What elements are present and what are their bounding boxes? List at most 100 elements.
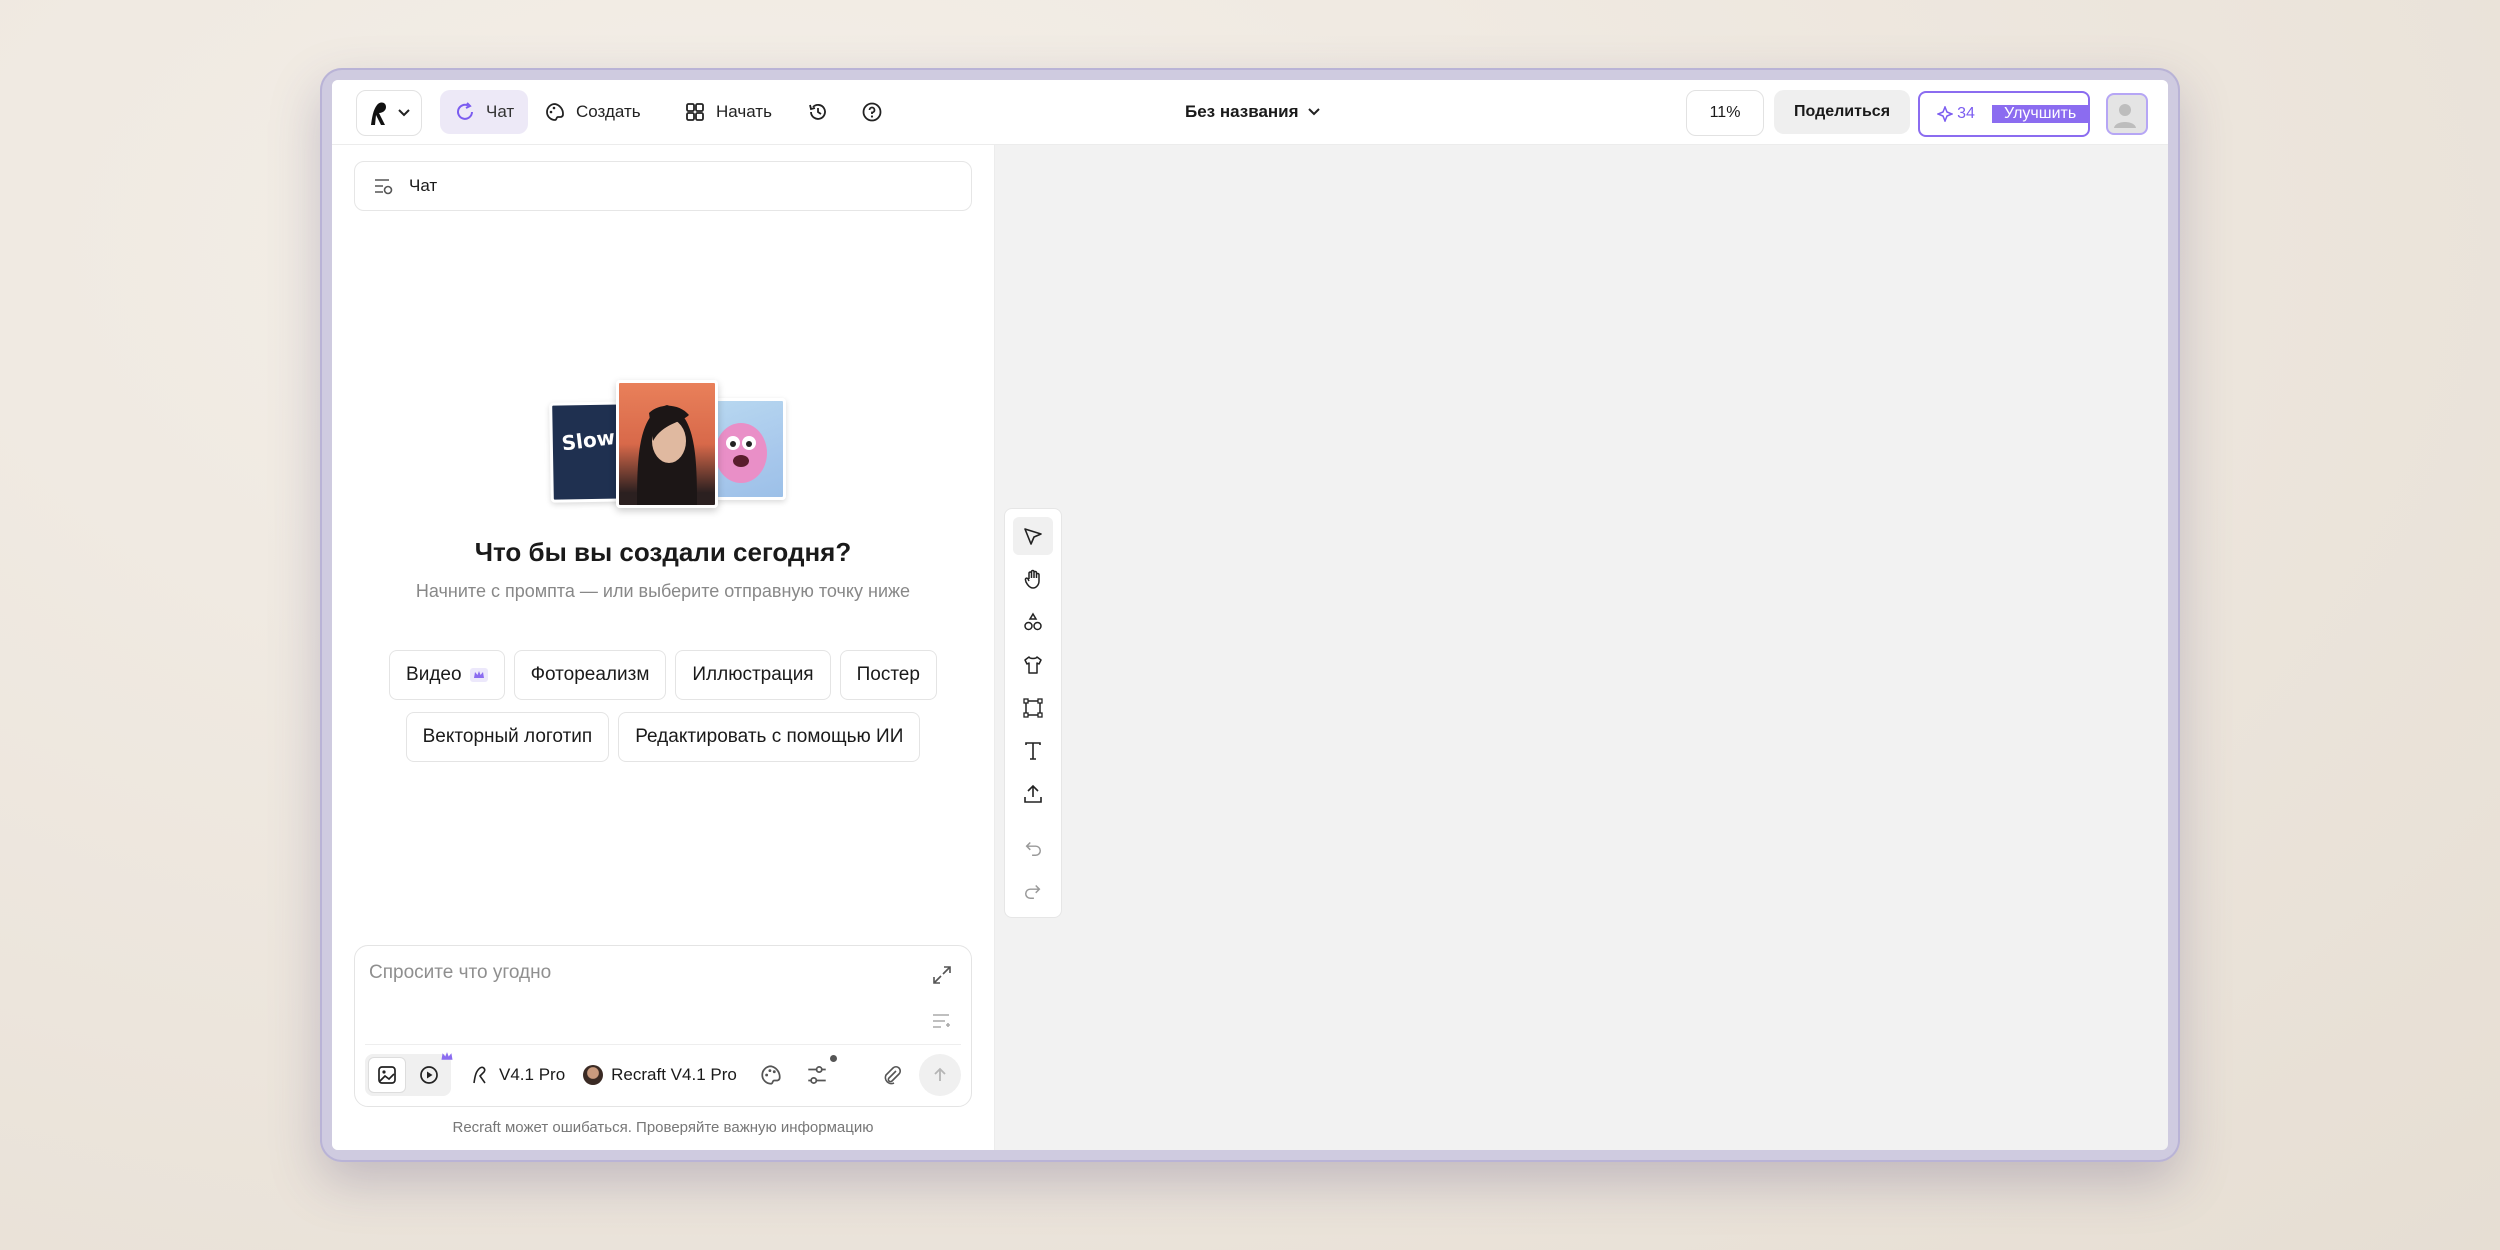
tshirt-icon [1024, 656, 1042, 674]
sample-card-portrait [616, 380, 718, 508]
top-bar: Чат Создать Начать Без названия 11% Поде… [332, 80, 2168, 145]
crown-icon [441, 1052, 453, 1060]
chip-label: Векторный логотип [422, 726, 593, 747]
hand-icon [1024, 569, 1040, 589]
undo-icon [1025, 842, 1041, 856]
history-icon [809, 104, 826, 120]
cursor-icon [1024, 528, 1042, 545]
device-frame: Чат Создать Начать Без названия 11% Поде… [320, 68, 2180, 1162]
chat-header[interactable]: Чат [354, 161, 972, 211]
chip-edit-with-ai[interactable]: Редактировать с помощью ИИ [618, 712, 921, 762]
suggestion-chips-row-1: Видео Фотореализм Иллюстрация Постер [332, 650, 994, 700]
chat-list-icon [375, 179, 393, 195]
style-label: V4.1 Pro [499, 1065, 566, 1084]
upload-icon [1024, 784, 1042, 803]
document-title: Без названия [1185, 102, 1299, 121]
model-label: Recraft V4.1 Pro [611, 1065, 737, 1084]
mode-switch [365, 1052, 453, 1096]
tab-start[interactable]: Начать [670, 90, 786, 134]
text-tool[interactable] [1013, 732, 1053, 770]
text-icon [1025, 742, 1041, 760]
chip-label: Видео [406, 664, 462, 685]
redo-button[interactable] [1013, 872, 1053, 910]
color-palette-button[interactable] [759, 1063, 783, 1087]
upload-tool[interactable] [1013, 775, 1053, 813]
zoom-level[interactable]: 11% [1686, 90, 1764, 136]
tab-chat[interactable]: Чат [440, 90, 529, 134]
paperclip-icon [884, 1065, 902, 1085]
style-brush-icon [473, 1066, 486, 1084]
chip-illustration[interactable]: Иллюстрация [675, 650, 831, 700]
settings-indicator-dot [829, 1055, 837, 1062]
credits-counter[interactable]: 34 [1920, 105, 1992, 123]
image-mode-button[interactable] [368, 1057, 406, 1093]
hero-sample-cards: Slow Bloom [549, 380, 790, 510]
chip-vector-logo[interactable]: Векторный логотип [405, 712, 610, 762]
select-tool[interactable] [1013, 517, 1053, 555]
chip-poster[interactable]: Постер [839, 650, 937, 700]
upgrade-button[interactable]: Улучшить [1992, 105, 2089, 123]
send-button[interactable] [919, 1054, 961, 1096]
expand-icon[interactable] [931, 964, 953, 986]
app-window: Чат Создать Начать Без названия 11% Поде… [332, 80, 2168, 1150]
redo-icon [1025, 885, 1041, 899]
tab-create[interactable]: Создать [530, 90, 655, 134]
play-circle-icon [420, 1066, 438, 1084]
shapes-icon [1024, 612, 1042, 631]
frame-tool[interactable] [1013, 689, 1053, 727]
model-avatar-icon [583, 1065, 604, 1085]
tab-chat-label: Чат [486, 102, 515, 121]
user-icon [2114, 104, 2136, 128]
tab-create-label: Создать [576, 102, 641, 121]
chip-photorealism[interactable]: Фотореализм [513, 650, 667, 700]
document-title-button[interactable]: Без названия [1185, 90, 1321, 134]
avatar[interactable] [2106, 93, 2148, 135]
model-selector[interactable]: Recraft V4.1 Pro [583, 1065, 737, 1085]
frame-icon [1023, 698, 1043, 718]
mockup-tool[interactable] [1013, 646, 1053, 684]
sample-monster-image [715, 423, 767, 483]
recraft-logo-icon [371, 102, 386, 125]
undo-button[interactable] [1013, 829, 1053, 867]
chat-header-label: Чат [409, 176, 438, 195]
crown-icon [469, 668, 488, 682]
prompt-input[interactable]: Спросите что угодно [369, 962, 551, 984]
chip-label: Редактировать с помощью ИИ [635, 726, 904, 747]
chat-panel: Чат Slow Bloom Что бы вы создали сегодня… [332, 145, 995, 1150]
sliders-icon [808, 1066, 826, 1084]
logo-menu-button[interactable] [356, 90, 422, 136]
help-button[interactable] [852, 90, 892, 134]
chip-label: Фотореализм [530, 664, 650, 685]
prompt-list-icon[interactable] [931, 1012, 953, 1030]
palette-icon [761, 1065, 781, 1085]
credits-upgrade-group: 34 Улучшить [1918, 91, 2091, 137]
suggestion-chips-row-2: Векторный логотип Редактировать с помощь… [332, 712, 994, 762]
video-mode-button[interactable] [410, 1052, 453, 1093]
history-button[interactable] [798, 90, 838, 134]
chip-label: Иллюстрация [692, 664, 814, 685]
share-button[interactable]: Поделиться [1774, 90, 1911, 134]
chip-video[interactable]: Видео [389, 650, 505, 700]
arrow-up-icon [934, 1067, 946, 1081]
chevron-down-icon [1307, 108, 1320, 116]
help-icon [862, 102, 882, 122]
tab-start-label: Начать [716, 102, 772, 121]
credits-value: 34 [1957, 105, 1975, 122]
grid-icon [686, 103, 704, 121]
attach-button[interactable] [881, 1064, 903, 1086]
hero-subtitle: Начните с промпта — или выберите отправн… [415, 581, 911, 601]
sample-portrait-image [637, 405, 697, 505]
chevron-down-icon [398, 109, 410, 117]
settings-sliders-button[interactable] [805, 1055, 837, 1087]
sparkle-icon [1937, 106, 1954, 122]
style-selector[interactable]: V4.1 Pro [469, 1064, 565, 1086]
composer-toolbar: V4.1 Pro Recraft V4.1 Pro [365, 1052, 961, 1096]
palette-icon [546, 103, 564, 121]
image-icon [378, 1066, 396, 1084]
hero-title: Что бы вы создали сегодня? [474, 537, 852, 567]
chat-refresh-icon [457, 102, 473, 120]
hand-tool[interactable] [1013, 560, 1053, 598]
shapes-tool[interactable] [1013, 603, 1053, 641]
composer-divider [365, 1044, 961, 1045]
canvas-toolbar [1004, 508, 1062, 918]
